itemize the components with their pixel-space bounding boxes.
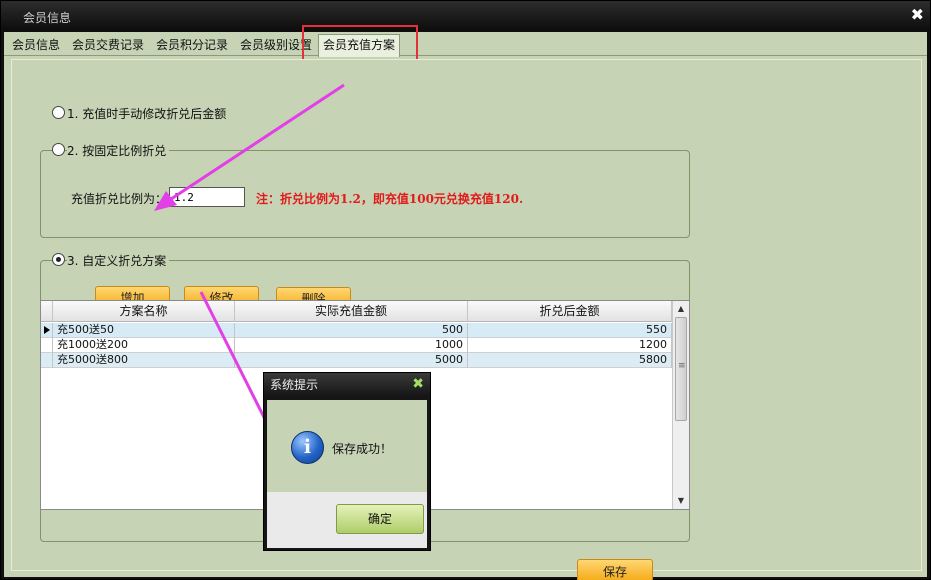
cell-amount: 1000 (235, 338, 468, 353)
tab-member-info[interactable]: 会员信息 (8, 35, 64, 56)
row-indicator (41, 338, 53, 353)
info-icon-letter: i (303, 436, 312, 458)
header-indicator-cell (41, 301, 53, 322)
cell-converted: 1200 (468, 338, 672, 353)
scroll-up-icon[interactable]: ▲ (673, 301, 689, 317)
cell-name: 充500送50 (53, 323, 235, 338)
table-header: 方案名称 实际充值金额 折兑后金额 (41, 301, 672, 322)
ok-button[interactable]: 确定 (336, 504, 424, 534)
option1-radio[interactable] (52, 106, 65, 119)
info-icon: i (291, 431, 324, 464)
recharge-plan-panel: 1. 充值时手动修改折兑后金额 2. 按固定比例折兑 充值折兑比例为： 注：折兑… (11, 59, 922, 580)
scroll-down-icon[interactable]: ▼ (673, 493, 689, 509)
table-row[interactable]: 充5000送800 5000 5800 (41, 353, 672, 368)
column-header-name[interactable]: 方案名称 (53, 301, 235, 322)
option3-radio[interactable] (52, 253, 65, 266)
cell-amount: 500 (235, 323, 468, 338)
row-indicator-icon (41, 323, 53, 338)
dialog-message: 保存成功！ (332, 442, 393, 456)
cell-name: 充5000送800 (53, 353, 235, 368)
cell-converted: 550 (468, 323, 672, 338)
ratio-label: 充值折兑比例为： (71, 192, 168, 206)
scroll-thumb[interactable]: ≡ (675, 317, 687, 421)
tab-bar: 会员信息 会员交费记录 会员积分记录 会员级别设置 会员充值方案 (4, 25, 927, 71)
table-scrollbar[interactable]: ▲ ≡ ▼ (672, 301, 689, 509)
table-row[interactable]: 充1000送200 1000 1200 (41, 338, 672, 353)
ratio-note: 注：折兑比例为1.2，即充值100元兑换充值120. (256, 192, 524, 206)
system-prompt-dialog: 系统提示 ✖ i 保存成功！ 确定 (263, 372, 431, 551)
option2-radio[interactable] (52, 143, 65, 156)
content-area: 会员信息 会员交费记录 会员积分记录 会员级别设置 会员充值方案 1. 充值时手… (4, 25, 927, 580)
option1-label: 1. 充值时手动修改折兑后金额 (67, 107, 227, 121)
tab-level-settings[interactable]: 会员级别设置 (236, 35, 316, 56)
tab-recharge-plans[interactable]: 会员充值方案 (318, 34, 401, 57)
dialog-title: 系统提示 (264, 373, 430, 397)
member-info-window: 会员信息 ✖ 会员信息 会员交费记录 会员积分记录 会员级别设置 会员充值方案 … (0, 0, 931, 580)
dialog-body: i 保存成功！ 确定 (267, 400, 427, 548)
column-header-converted[interactable]: 折兑后金额 (468, 301, 672, 322)
tab-fee-records[interactable]: 会员交费记录 (68, 35, 148, 56)
close-icon[interactable]: ✖ (911, 6, 924, 24)
dialog-close-icon[interactable]: ✖ (412, 376, 424, 392)
grip-icon: ≡ (678, 361, 686, 371)
window-title: 会员信息 (23, 11, 72, 25)
row-indicator (41, 353, 53, 368)
column-header-amount[interactable]: 实际充值金额 (235, 301, 468, 322)
cell-amount: 5000 (235, 353, 468, 368)
ratio-input[interactable] (169, 187, 245, 207)
tab-points-records[interactable]: 会员积分记录 (152, 35, 232, 56)
cell-name: 充1000送200 (53, 338, 235, 353)
cell-converted: 5800 (468, 353, 672, 368)
titlebar: 会员信息 ✖ (1, 1, 930, 31)
table-row[interactable]: 充500送50 500 550 (41, 323, 672, 338)
option2-label: 2. 按固定比例折兑 (67, 142, 170, 159)
option3-label: 3. 自定义折兑方案 (67, 252, 170, 269)
save-button[interactable]: 保存 (577, 559, 653, 580)
